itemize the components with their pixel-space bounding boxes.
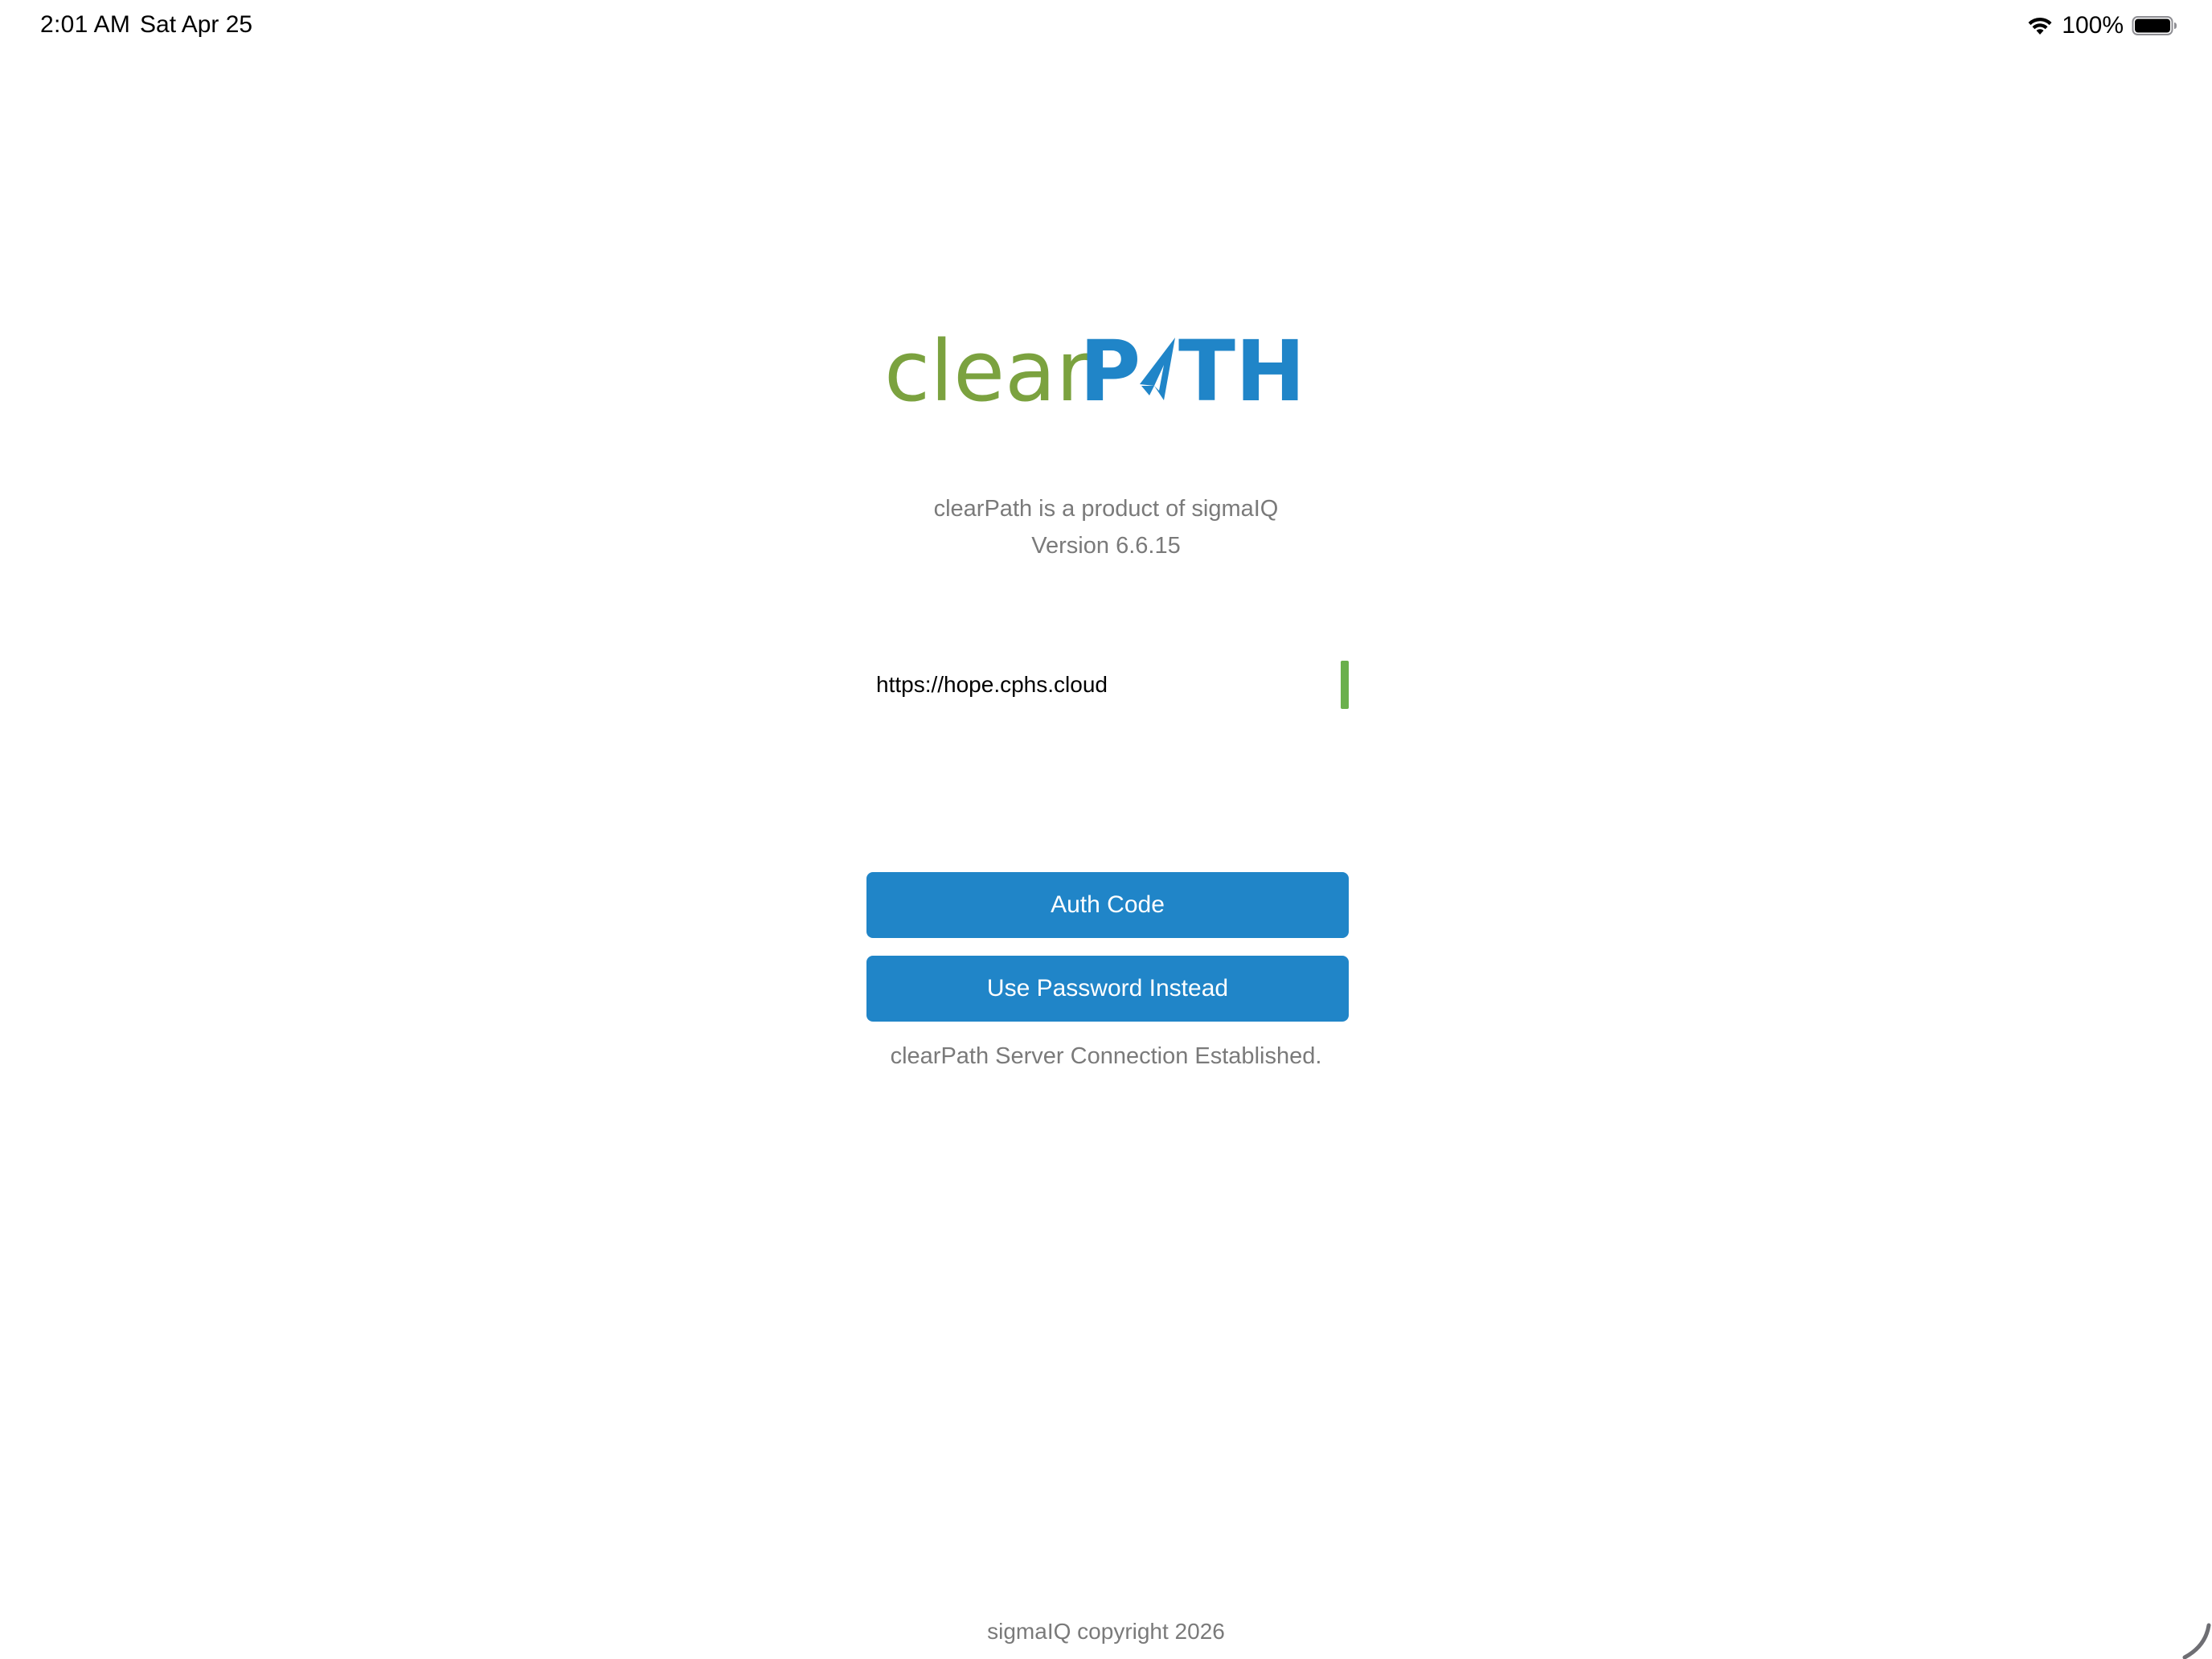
use-password-button[interactable]: Use Password Instead [866, 956, 1349, 1022]
status-date: Sat Apr 25 [140, 11, 253, 38]
connection-status-indicator [1341, 661, 1349, 709]
status-indicators: 100% [2026, 11, 2178, 40]
battery-full-icon [2132, 16, 2177, 35]
login-screen: 2:01 AM Sat Apr 25 100% clear P TH clear… [0, 0, 2212, 1659]
product-statement: clearPath is a product of sigmaIQ [933, 496, 1279, 522]
auth-code-button[interactable]: Auth Code [866, 872, 1349, 938]
paper-plane-icon [1140, 338, 1175, 400]
copyright-footer: sigmaIQ copyright 2026 [987, 1619, 1225, 1644]
connection-status-message: clearPath Server Connection Established. [890, 1043, 1322, 1069]
wifi-icon [2028, 17, 2052, 35]
status-time: 2:01 AM [40, 11, 131, 38]
battery-percentage: 100% [2062, 12, 2124, 39]
logo-text-th: TH [1178, 322, 1302, 420]
home-indicator [2164, 1611, 2212, 1659]
version-label: Version 6.6.15 [1031, 533, 1181, 559]
server-url-input[interactable] [876, 666, 1310, 704]
logo-text-path: P [1079, 322, 1141, 420]
server-url-field[interactable] [866, 661, 1349, 709]
clearpath-logo: clear P TH [884, 313, 1302, 426]
logo-text-clear: clear [884, 322, 1091, 420]
status-bar: 2:01 AM Sat Apr 25 100% [0, 0, 2212, 51]
